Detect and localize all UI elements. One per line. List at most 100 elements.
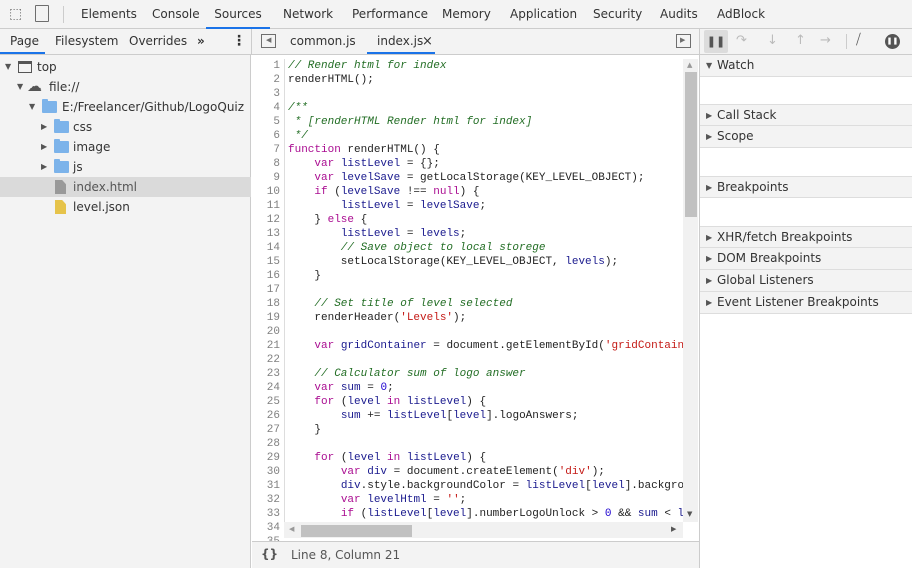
tab-sources[interactable]: Sources bbox=[206, 0, 270, 29]
line-number[interactable]: 28 bbox=[252, 437, 284, 451]
pause-on-exceptions-icon[interactable]: ❚❚ bbox=[885, 34, 900, 49]
inspect-element-icon[interactable]: ⬚ bbox=[9, 6, 22, 22]
code-editor[interactable]: 1 2 3 4 5 6 7 8 9 10 11 12 13 14 15 16 17 18 19 20 21 22 23 24 2… bbox=[252, 55, 699, 562]
line-number[interactable]: 33 bbox=[252, 507, 284, 521]
toggle-navigator-icon[interactable]: ◀ bbox=[261, 34, 276, 48]
line-number[interactable]: 30 bbox=[252, 465, 284, 479]
line-number[interactable]: 20 bbox=[252, 325, 284, 339]
collapsed-arrow-icon: ▶ bbox=[706, 183, 713, 192]
device-toolbar-icon[interactable] bbox=[35, 5, 49, 22]
line-number[interactable]: 6 bbox=[252, 129, 284, 143]
section-dom-breakpoints[interactable]: ▶ DOM Breakpoints bbox=[700, 248, 912, 270]
line-number[interactable]: 10 bbox=[252, 185, 284, 199]
tab-performance[interactable]: Performance bbox=[352, 0, 428, 29]
section-title: Scope bbox=[717, 129, 754, 143]
line-number[interactable]: 11 bbox=[252, 199, 284, 213]
tab-application[interactable]: Application bbox=[510, 0, 577, 29]
step-out-icon[interactable]: ↑ bbox=[795, 33, 806, 48]
more-options-button[interactable]: ⋮ bbox=[232, 29, 246, 54]
line-number-gutter[interactable]: 1 2 3 4 5 6 7 8 9 10 11 12 13 14 15 16 17 18 19 20 21 22 23 24 2… bbox=[252, 59, 285, 562]
horizontal-scroll-thumb[interactable] bbox=[301, 525, 412, 537]
line-number[interactable]: 2 bbox=[252, 73, 284, 87]
tree-item-index-html[interactable]: index.html bbox=[0, 177, 251, 197]
tab-common-js[interactable]: common.js bbox=[290, 29, 356, 54]
line-number[interactable]: 22 bbox=[252, 353, 284, 367]
line-number[interactable]: 16 bbox=[252, 269, 284, 283]
line-number[interactable]: 9 bbox=[252, 171, 284, 185]
scroll-down-icon[interactable]: ▼ bbox=[687, 510, 692, 518]
tree-item-js[interactable]: ▶ js bbox=[0, 157, 251, 177]
line-number[interactable]: 3 bbox=[252, 87, 284, 101]
line-number[interactable]: 1 bbox=[252, 59, 284, 73]
line-number[interactable]: 15 bbox=[252, 255, 284, 269]
tree-item-file[interactable]: ▼ ☁ file:// bbox=[0, 77, 251, 97]
scroll-left-icon[interactable]: ◀ bbox=[289, 525, 294, 533]
line-number[interactable]: 25 bbox=[252, 395, 284, 409]
section-xhr-breakpoints[interactable]: ▶ XHR/fetch Breakpoints bbox=[700, 226, 912, 248]
pretty-print-icon[interactable]: {} bbox=[261, 547, 278, 561]
line-number[interactable]: 18 bbox=[252, 297, 284, 311]
scroll-right-icon[interactable]: ▶ bbox=[671, 525, 676, 533]
line-number[interactable]: 27 bbox=[252, 423, 284, 437]
tab-adblock[interactable]: AdBlock bbox=[717, 0, 765, 29]
tab-elements[interactable]: Elements bbox=[81, 0, 137, 29]
line-number[interactable]: 23 bbox=[252, 367, 284, 381]
section-breakpoints[interactable]: ▶ Breakpoints bbox=[700, 176, 912, 198]
line-number[interactable]: 5 bbox=[252, 115, 284, 129]
divider bbox=[251, 29, 252, 54]
tab-overrides[interactable]: Overrides bbox=[129, 29, 187, 54]
section-event-listener-breakpoints[interactable]: ▶ Event Listener Breakpoints bbox=[700, 292, 912, 314]
tab-index-js[interactable]: index.js × bbox=[367, 29, 435, 54]
deactivate-breakpoints-icon[interactable]: ⧸ bbox=[856, 32, 861, 48]
line-number[interactable]: 17 bbox=[252, 283, 284, 297]
line-number[interactable]: 12 bbox=[252, 213, 284, 227]
section-call-stack[interactable]: ▶ Call Stack bbox=[700, 104, 912, 126]
line-number[interactable]: 21 bbox=[252, 339, 284, 353]
line-number[interactable]: 26 bbox=[252, 409, 284, 423]
tree-item-image[interactable]: ▶ image bbox=[0, 137, 251, 157]
vertical-scroll-thumb[interactable] bbox=[685, 72, 697, 217]
tree-item-top[interactable]: ▼ top bbox=[0, 57, 251, 77]
line-number[interactable]: 19 bbox=[252, 311, 284, 325]
expanded-arrow-icon: ▼ bbox=[706, 61, 713, 70]
line-number[interactable]: 31 bbox=[252, 479, 284, 493]
tree-item-project-folder[interactable]: ▼ E:/Freelancer/Github/LogoQuiz bbox=[0, 97, 251, 117]
tab-filesystem[interactable]: Filesystem bbox=[55, 29, 118, 54]
line-number[interactable]: 24 bbox=[252, 381, 284, 395]
line-number[interactable]: 29 bbox=[252, 451, 284, 465]
section-global-listeners[interactable]: ▶ Global Listeners bbox=[700, 270, 912, 292]
step-into-icon[interactable]: ↓ bbox=[767, 33, 778, 48]
scroll-up-icon[interactable]: ▲ bbox=[687, 61, 692, 69]
toggle-debugger-icon[interactable]: ▶ bbox=[676, 34, 691, 48]
line-number[interactable]: 7 bbox=[252, 143, 284, 157]
line-number[interactable]: 4 bbox=[252, 101, 284, 115]
line-number[interactable]: 8 bbox=[252, 157, 284, 171]
collapse-arrow-icon[interactable]: ▶ bbox=[41, 117, 47, 137]
tree-item-css[interactable]: ▶ css bbox=[0, 117, 251, 137]
expand-arrow-icon[interactable]: ▼ bbox=[17, 77, 23, 97]
tab-network[interactable]: Network bbox=[283, 0, 333, 29]
tab-console[interactable]: Console bbox=[152, 0, 200, 29]
collapse-arrow-icon[interactable]: ▶ bbox=[41, 157, 47, 177]
pause-icon[interactable]: ❚❚ bbox=[704, 30, 728, 53]
tab-page[interactable]: Page bbox=[0, 29, 45, 54]
line-number[interactable]: 14 bbox=[252, 241, 284, 255]
expand-arrow-icon[interactable]: ▼ bbox=[29, 97, 35, 117]
collapse-arrow-icon[interactable]: ▶ bbox=[41, 137, 47, 157]
more-tabs-button[interactable]: » bbox=[197, 29, 205, 54]
tab-memory[interactable]: Memory bbox=[442, 0, 491, 29]
step-over-icon[interactable]: ↷ bbox=[736, 33, 747, 48]
section-scope[interactable]: ▶ Scope bbox=[700, 126, 912, 148]
line-number[interactable]: 34 bbox=[252, 521, 284, 535]
line-number[interactable]: 13 bbox=[252, 227, 284, 241]
section-watch[interactable]: ▼ Watch bbox=[700, 55, 912, 77]
expand-arrow-icon[interactable]: ▼ bbox=[5, 57, 11, 77]
tab-security[interactable]: Security bbox=[593, 0, 642, 29]
step-icon[interactable]: → bbox=[820, 33, 831, 48]
tree-item-level-json[interactable]: level.json bbox=[0, 197, 251, 217]
divider bbox=[699, 29, 700, 54]
code-content[interactable]: // Render html for index renderHTML(); /**… bbox=[288, 59, 683, 522]
close-tab-icon[interactable]: × bbox=[422, 29, 433, 54]
tab-audits[interactable]: Audits bbox=[660, 0, 698, 29]
line-number[interactable]: 32 bbox=[252, 493, 284, 507]
